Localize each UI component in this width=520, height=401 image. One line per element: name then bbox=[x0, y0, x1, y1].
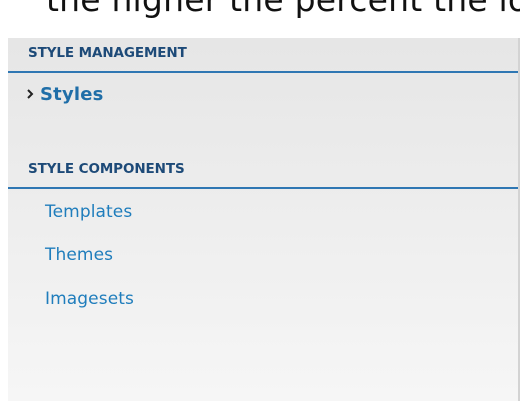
menu-item-templates[interactable]: Templates bbox=[45, 202, 132, 222]
section-header-style-components: STYLE COMPONENTS bbox=[8, 156, 518, 189]
menu-item-themes[interactable]: Themes bbox=[45, 245, 113, 265]
menu-item-styles[interactable]: Styles bbox=[26, 82, 104, 106]
chevron-right-icon bbox=[26, 84, 40, 104]
section-header-style-management: STYLE MANAGEMENT bbox=[8, 40, 518, 73]
menu-item-imagesets[interactable]: Imagesets bbox=[45, 289, 134, 309]
menu-item-styles-label: Styles bbox=[40, 83, 104, 105]
top-clipped-region: the higher the percent the lower the sty… bbox=[0, 0, 520, 38]
admin-side-menu: STYLE MANAGEMENT Styles STYLE COMPONENTS… bbox=[8, 38, 520, 401]
clipped-text: the higher the percent the lower the sty… bbox=[46, 0, 520, 19]
